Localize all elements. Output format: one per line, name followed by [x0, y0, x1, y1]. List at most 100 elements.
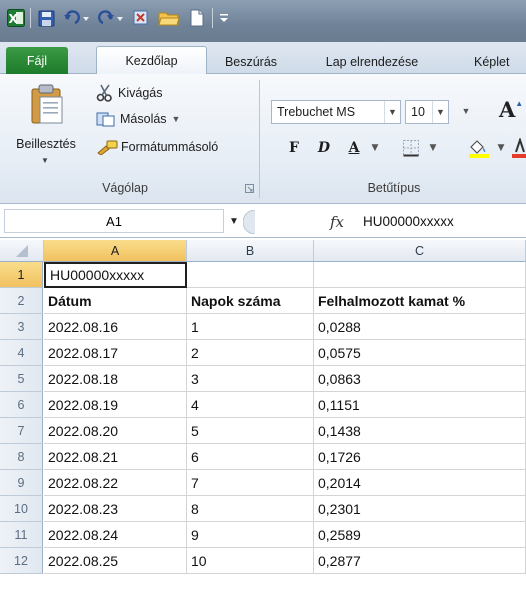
copy-icon — [96, 111, 116, 127]
cell-b6[interactable]: 4 — [187, 392, 314, 418]
italic-button[interactable]: D — [312, 136, 336, 160]
name-box[interactable]: A1 — [4, 209, 224, 233]
format-painter-label: Formátummásoló — [121, 140, 219, 154]
cell-c10[interactable]: 0,2301 — [314, 496, 526, 522]
row-header[interactable]: 5 — [0, 366, 43, 392]
tab-home[interactable]: Kezdőlap — [96, 46, 207, 75]
column-header-b[interactable]: B — [187, 240, 314, 262]
cell-b9[interactable]: 7 — [187, 470, 314, 496]
tab-insert[interactable]: Beszúrás — [216, 50, 286, 74]
cell-a8[interactable]: 2022.08.21 — [44, 444, 187, 470]
cell-c1[interactable] — [314, 262, 526, 288]
format-painter-button[interactable]: Formátummásoló — [96, 136, 218, 158]
save-icon[interactable] — [36, 6, 56, 30]
cell-c2[interactable]: Felhalmozott kamat % — [314, 288, 526, 314]
cell-b8[interactable]: 6 — [187, 444, 314, 470]
undo-icon[interactable] — [62, 6, 92, 30]
cell-b12[interactable]: 10 — [187, 548, 314, 574]
paintbrush-icon — [96, 139, 118, 155]
cell-c9[interactable]: 0,2014 — [314, 470, 526, 496]
excel-logo-icon[interactable]: X — [6, 6, 26, 30]
font-size-combo[interactable]: 10 ▼ — [405, 100, 449, 124]
underline-button[interactable]: A — [342, 136, 366, 160]
cell-a4[interactable]: 2022.08.17 — [44, 340, 187, 366]
cell-c4[interactable]: 0,0575 — [314, 340, 526, 366]
cell-b1[interactable] — [187, 262, 314, 288]
cell-b10[interactable]: 8 — [187, 496, 314, 522]
cell-c12[interactable]: 0,2877 — [314, 548, 526, 574]
tab-file[interactable]: Fájl — [6, 47, 68, 74]
font-name-combo[interactable]: Trebuchet MS ▼ — [271, 100, 401, 124]
borders-dropdown-icon[interactable]: ▼ — [426, 136, 440, 160]
row-header[interactable]: 2 — [0, 288, 43, 314]
cell-a3[interactable]: 2022.08.16 — [44, 314, 187, 340]
cell-b11[interactable]: 9 — [187, 522, 314, 548]
open-folder-icon[interactable] — [156, 6, 182, 30]
font-size-menu-icon[interactable]: ▼ — [457, 98, 475, 124]
cell-a6[interactable]: 2022.08.19 — [44, 392, 187, 418]
paste-button[interactable]: Beillesztés — [6, 134, 86, 154]
worksheet-grid: A B C 1 HU00000xxxxx 2 Dátum Napok száma Felh… — [0, 240, 526, 609]
new-document-icon[interactable] — [186, 6, 208, 30]
column-header-a[interactable]: A — [44, 240, 187, 262]
insert-function-button[interactable]: fx — [322, 210, 352, 234]
bold-button[interactable]: F — [282, 136, 306, 160]
cell-a1[interactable]: HU00000xxxxx — [44, 262, 187, 288]
grow-font-icon[interactable]: A ▲ — [499, 94, 526, 124]
row-header[interactable]: 12 — [0, 548, 43, 574]
font-size-dropdown-icon[interactable]: ▼ — [432, 101, 448, 123]
cell-a10[interactable]: 2022.08.23 — [44, 496, 187, 522]
cell-a11[interactable]: 2022.08.24 — [44, 522, 187, 548]
font-name-value: Trebuchet MS — [277, 105, 356, 119]
cell-b3[interactable]: 1 — [187, 314, 314, 340]
cell-c8[interactable]: 0,1726 — [314, 444, 526, 470]
cell-c6[interactable]: 0,1151 — [314, 392, 526, 418]
row-header[interactable]: 10 — [0, 496, 43, 522]
row-header[interactable]: 6 — [0, 392, 43, 418]
formula-bar: A1 ▼ fx HU00000xxxxx — [0, 204, 526, 238]
row-header[interactable]: 7 — [0, 418, 43, 444]
cell-c3[interactable]: 0,0288 — [314, 314, 526, 340]
row-header[interactable]: 8 — [0, 444, 43, 470]
cell-c5[interactable]: 0,0863 — [314, 366, 526, 392]
paste-icon[interactable] — [20, 82, 72, 128]
formula-input[interactable]: HU00000xxxxx — [357, 209, 526, 233]
copy-dropdown-icon[interactable]: ▼ — [172, 114, 181, 124]
row-header[interactable]: 3 — [0, 314, 43, 340]
row-header[interactable]: 1 — [0, 262, 43, 288]
underline-dropdown-icon[interactable]: ▼ — [368, 136, 382, 160]
cell-a12[interactable]: 2022.08.25 — [44, 548, 187, 574]
paste-dropdown-icon[interactable]: ▼ — [40, 154, 50, 166]
row-header[interactable]: 9 — [0, 470, 43, 496]
cell-b5[interactable]: 3 — [187, 366, 314, 392]
customize-qat-icon[interactable] — [216, 6, 232, 30]
ribbon-tab-bar: Fájl Kezdőlap Beszúrás Lap elrendezése K… — [0, 42, 526, 75]
fill-color-dropdown-icon[interactable]: ▼ — [494, 136, 508, 160]
sort-icon[interactable] — [130, 6, 152, 30]
redo-icon[interactable] — [96, 6, 126, 30]
clipboard-dialog-launcher-icon[interactable] — [245, 183, 255, 193]
font-color-icon[interactable] — [510, 136, 526, 160]
cell-a5[interactable]: 2022.08.18 — [44, 366, 187, 392]
font-name-dropdown-icon[interactable]: ▼ — [384, 101, 400, 123]
formula-bar-splitter[interactable] — [243, 210, 263, 234]
select-all-corner[interactable] — [0, 240, 44, 262]
cell-c7[interactable]: 0,1438 — [314, 418, 526, 444]
copy-button[interactable]: Másolás ▼ — [96, 108, 180, 130]
cell-a7[interactable]: 2022.08.20 — [44, 418, 187, 444]
cell-a9[interactable]: 2022.08.22 — [44, 470, 187, 496]
cut-button[interactable]: Kivágás — [96, 82, 162, 104]
row-header[interactable]: 4 — [0, 340, 43, 366]
column-header-c[interactable]: C — [314, 240, 526, 262]
fill-color-icon[interactable] — [464, 136, 494, 160]
name-box-dropdown-icon[interactable]: ▼ — [226, 212, 242, 230]
cell-b7[interactable]: 5 — [187, 418, 314, 444]
cell-a2[interactable]: Dátum — [44, 288, 187, 314]
cell-c11[interactable]: 0,2589 — [314, 522, 526, 548]
cell-b4[interactable]: 2 — [187, 340, 314, 366]
borders-icon[interactable] — [398, 136, 424, 160]
tab-formulas[interactable]: Képlet — [474, 50, 526, 74]
cell-b2[interactable]: Napok száma — [187, 288, 314, 314]
tab-page-layout[interactable]: Lap elrendezése — [312, 50, 432, 74]
row-header[interactable]: 11 — [0, 522, 43, 548]
